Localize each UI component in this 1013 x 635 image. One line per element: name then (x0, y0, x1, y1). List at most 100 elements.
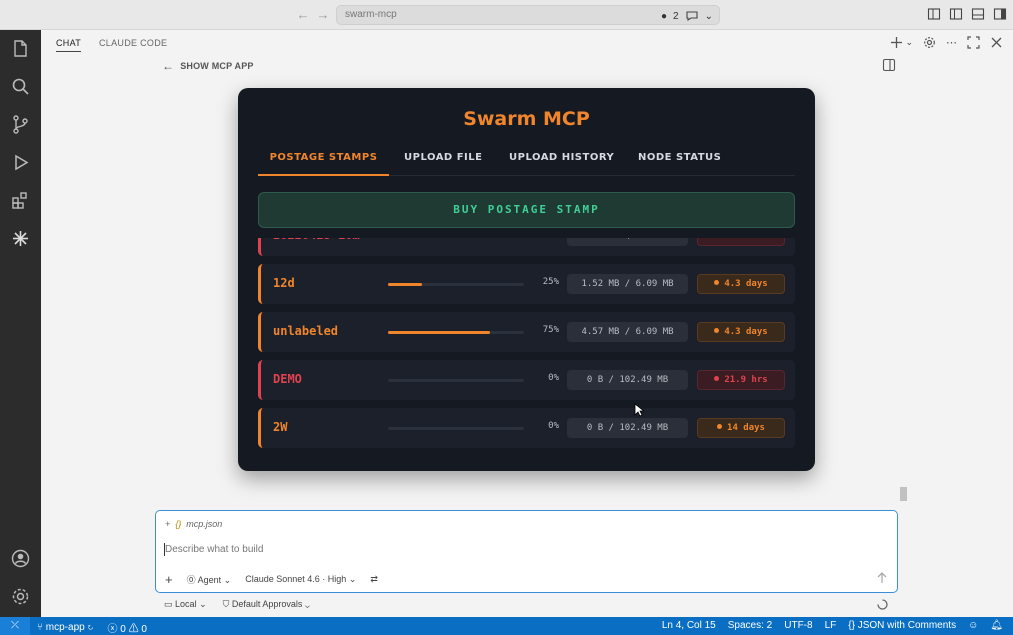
explorer-icon[interactable] (10, 38, 31, 59)
usage-percent: 13% (525, 238, 559, 239)
toggle-panel-icon[interactable] (971, 7, 985, 21)
usage-bar (388, 379, 524, 382)
remote-icon[interactable]: ⤫ (0, 617, 30, 635)
buy-postage-stamp-button[interactable]: BUY POSTAGE STAMP (258, 192, 795, 228)
stamp-row[interactable]: DEMO 0% 0 B / 102.49 MB 21.9 hrs (258, 360, 795, 400)
language-mode[interactable]: {} JSON with Comments (848, 620, 956, 631)
branch-icon: ⑂ (37, 622, 43, 633)
tab-upload-history[interactable]: UPLOAD HISTORY (509, 152, 614, 176)
error-count: 0 (120, 624, 126, 635)
tab-postage-stamps[interactable]: POSTAGE STAMPS (258, 152, 389, 176)
model-selector[interactable]: Claude Sonnet 4.6 · High ⌄ (245, 574, 356, 585)
send-arrow-icon[interactable] (876, 572, 888, 584)
tab-claude-code[interactable]: CLAUDE CODE (99, 38, 167, 48)
add-context-icon[interactable]: + (165, 519, 170, 529)
app-title: Swarm MCP (463, 108, 590, 130)
stamp-size: 0 B / 102.49 MB (567, 418, 688, 438)
location-label: Local (175, 599, 197, 609)
show-mcp-app-link[interactable]: ← SHOW MCP APP (162, 59, 254, 73)
scrollbar[interactable] (900, 487, 907, 501)
stamp-size: 4.57 MB / 6.09 MB (567, 322, 688, 342)
run-debug-icon[interactable] (10, 152, 31, 173)
stamp-row[interactable]: 2W 0% 0 B / 102.49 MB 14 days (258, 408, 795, 448)
chevron-down-icon[interactable]: ⌄ (705, 11, 713, 22)
context-file: mcp.json (186, 519, 223, 529)
chevron-down-icon: ⌄ (223, 575, 232, 585)
encoding[interactable]: UTF-8 (784, 620, 812, 631)
toggle-secondary-sidebar-icon[interactable] (993, 7, 1007, 21)
mode-label: Agent (197, 575, 222, 585)
problems-indicator[interactable]: ⓧ 0 ⚠ 0 (107, 620, 146, 635)
error-icon: ⓧ (107, 624, 118, 635)
stamp-row[interactable]: unlabeled 75% 4.57 MB / 6.09 MB 4.3 days (258, 312, 795, 352)
chevron-down-icon: ⌄ (199, 599, 207, 609)
status-dot-icon (714, 328, 720, 333)
search-icon[interactable] (10, 76, 31, 97)
input-footer: ▭ Local ⌄ ⛉ Default Approvals ⌄ (164, 599, 310, 610)
agent-icon: ⓪ (186, 575, 196, 585)
close-icon[interactable] (990, 36, 1003, 49)
app-tabs: POSTAGE STAMPS UPLOAD FILE UPLOAD HISTOR… (258, 148, 795, 176)
monitor-icon: ▭ (164, 599, 173, 609)
ttl-badge: 4.3 days (697, 322, 785, 342)
context-attachment[interactable]: + {} mcp.json (165, 519, 222, 529)
ttl-value: 4.3 days (724, 327, 768, 337)
source-control-icon[interactable] (10, 114, 31, 135)
stamp-size: 1.52 MB / 6.09 MB (567, 274, 688, 294)
command-center[interactable]: swarm-mcp ● 2 ⌄ (336, 5, 720, 25)
chat-input-box[interactable]: + {} mcp.json Describe what to build + ⓪… (155, 510, 898, 593)
location-selector[interactable]: ▭ Local ⌄ (164, 599, 207, 610)
extensions-icon[interactable] (10, 190, 31, 211)
line-endings[interactable]: LF (825, 620, 837, 631)
ttl-badge: 22.7 hrs (697, 238, 785, 246)
tab-upload-file[interactable]: UPLOAD FILE (404, 152, 482, 176)
account-icon[interactable] (10, 548, 31, 569)
gear-icon[interactable] (10, 586, 31, 607)
cursor-position[interactable]: Ln 4, Col 15 (662, 620, 716, 631)
title-bar: ← → swarm-mcp ● 2 ⌄ (0, 0, 1013, 30)
status-dot-icon (717, 424, 723, 429)
dirty-dot-icon: ● (661, 10, 668, 22)
settings-gear-icon[interactable] (923, 36, 936, 49)
usage-bar (388, 283, 524, 286)
usage-bar (388, 427, 524, 430)
mode-selector[interactable]: ⓪ Agent ⌄ (187, 573, 232, 586)
stamp-name: 20220425-10… (273, 238, 360, 242)
tools-icon[interactable]: ⇄ (370, 574, 378, 585)
maximize-icon[interactable] (967, 36, 980, 49)
tab-chat[interactable]: CHAT (56, 38, 82, 52)
ttl-value: 22.7 hrs (724, 238, 767, 241)
stamp-name: unlabeled (273, 324, 339, 338)
approvals-label: Default Approvals (231, 599, 303, 609)
ttl-value: 4.3 days (724, 279, 768, 289)
split-view-icon[interactable] (882, 58, 896, 72)
approvals-selector[interactable]: ⛉ Default Approvals ⌄ (223, 599, 310, 610)
back-arrow-icon[interactable]: ← (296, 8, 310, 22)
ttl-value: 14 days (727, 423, 765, 433)
new-chat-icon[interactable] (890, 36, 903, 49)
stamp-name: 12d (273, 276, 295, 290)
layout-customize-icon[interactable] (927, 7, 941, 21)
copilot-icon[interactable]: ☺ (968, 620, 978, 631)
add-icon[interactable]: + (165, 572, 173, 587)
claude-icon[interactable] (10, 228, 31, 249)
branch-indicator[interactable]: ⑂ mcp-app ↻ (37, 622, 93, 633)
usage-percent: 0% (548, 373, 559, 383)
chevron-down-icon[interactable]: ⌄ (905, 37, 913, 48)
toggle-sidebar-icon[interactable] (949, 7, 963, 21)
stamp-row[interactable]: 20220425-10… 13% 12.61 MB / 102.49… 22.7 hr… (258, 238, 795, 256)
indentation[interactable]: Spaces: 2 (728, 620, 772, 631)
mcp-app-panel: Swarm MCP POSTAGE STAMPS UPLOAD FILE UPL… (238, 88, 815, 471)
chat-icon[interactable] (685, 9, 699, 23)
prompt-input[interactable]: Describe what to build (165, 544, 263, 555)
usage-bar-fill (388, 331, 490, 334)
forward-arrow-icon[interactable]: → (316, 8, 330, 22)
more-icon[interactable]: ⋯ (946, 36, 957, 49)
tab-node-status[interactable]: NODE STATUS (638, 152, 721, 176)
stamp-row[interactable]: 12d 25% 1.52 MB / 6.09 MB 4.3 days (258, 264, 795, 304)
window-count: 2 (673, 10, 679, 22)
shield-icon: ⛉ (222, 599, 230, 609)
bell-icon[interactable]: 🔔︎ (990, 620, 1003, 631)
show-mcp-app-label: SHOW MCP APP (180, 61, 254, 71)
stamp-size: 0 B / 102.49 MB (567, 370, 688, 390)
